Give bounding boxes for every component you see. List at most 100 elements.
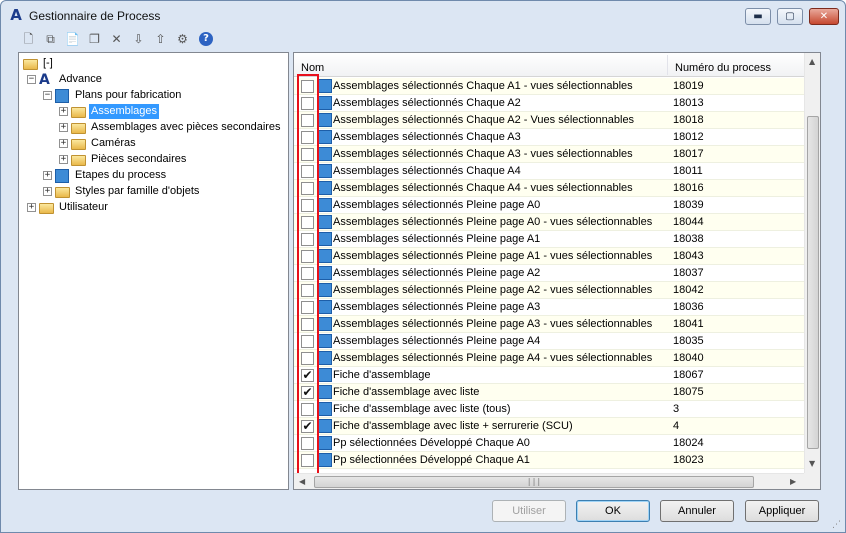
- row-checkbox[interactable]: [301, 216, 314, 229]
- delete-icon[interactable]: ✕: [107, 31, 126, 47]
- cancel-button[interactable]: Annuler: [660, 500, 734, 522]
- row-checkbox[interactable]: [301, 454, 314, 467]
- table-row[interactable]: Assemblages sélectionnés Pleine page A0 …: [294, 214, 804, 231]
- row-checkbox[interactable]: [301, 80, 314, 93]
- process-tree[interactable]: [-] − A Advance − Plans pour fabrication + Asse…: [18, 52, 289, 490]
- tree-node[interactable]: + Assemblages: [19, 104, 287, 120]
- tree-node[interactable]: − Plans pour fabrication: [19, 88, 287, 104]
- table-row[interactable]: Assemblages sélectionnés Chaque A1 - vue…: [294, 78, 804, 95]
- vertical-scrollbar[interactable]: ▲ ▼: [804, 53, 820, 473]
- tree-node[interactable]: + Pièces secondaires: [19, 152, 287, 168]
- close-button[interactable]: ✕: [809, 8, 839, 25]
- table-row[interactable]: Assemblages sélectionnés Pleine page A4 1…: [294, 333, 804, 350]
- tree-node-label[interactable]: Caméras: [89, 136, 138, 151]
- table-row[interactable]: Assemblages sélectionnés Chaque A2 - Vue…: [294, 112, 804, 129]
- tree-node[interactable]: [-]: [19, 56, 287, 72]
- tree-node-label[interactable]: Advance: [57, 72, 104, 87]
- table-row[interactable]: Assemblages sélectionnés Pleine page A2 …: [294, 282, 804, 299]
- table-row[interactable]: Pp sélectionnées Développé Chaque A1 1802…: [294, 452, 804, 469]
- row-checkbox[interactable]: [301, 165, 314, 178]
- tree-node[interactable]: − A Advance: [19, 72, 287, 88]
- help-icon[interactable]: ?: [199, 32, 213, 46]
- new-icon[interactable]: 🗋: [19, 31, 38, 47]
- table-row[interactable]: Assemblages sélectionnés Pleine page A1 …: [294, 248, 804, 265]
- table-row[interactable]: Assemblages sélectionnés Chaque A2 18013: [294, 95, 804, 112]
- vertical-scroll-thumb[interactable]: [807, 116, 819, 449]
- collapse-icon[interactable]: −: [43, 91, 52, 100]
- row-checkbox[interactable]: [301, 352, 314, 365]
- row-checkbox[interactable]: [301, 318, 314, 331]
- table-row[interactable]: ✔ Fiche d'assemblage avec liste 18075: [294, 384, 804, 401]
- tree-node[interactable]: + Caméras: [19, 136, 287, 152]
- column-divider[interactable]: [667, 55, 668, 75]
- tree-node-label[interactable]: Plans pour fabrication: [73, 88, 183, 103]
- tree-node-label[interactable]: Etapes du process: [73, 168, 168, 183]
- table-row[interactable]: Assemblages sélectionnés Chaque A4 - vue…: [294, 180, 804, 197]
- tree-node[interactable]: + Styles par famille d'objets: [19, 184, 287, 200]
- scroll-down-icon[interactable]: ▼: [809, 459, 815, 468]
- table-row[interactable]: Assemblages sélectionnés Pleine page A2 1…: [294, 265, 804, 282]
- table-row[interactable]: Assemblages sélectionnés Pleine page A4 …: [294, 350, 804, 367]
- scroll-left-icon[interactable]: ◀: [299, 477, 305, 486]
- column-header-name[interactable]: Nom: [301, 62, 324, 74]
- paste-icon[interactable]: 📄: [63, 31, 82, 47]
- row-checkbox[interactable]: [301, 114, 314, 127]
- expand-icon[interactable]: +: [43, 171, 52, 180]
- expand-icon[interactable]: +: [59, 123, 68, 132]
- resize-grip-icon[interactable]: ⋰: [832, 520, 841, 530]
- row-checkbox[interactable]: [301, 301, 314, 314]
- tree-node[interactable]: + Utilisateur: [19, 200, 287, 216]
- row-checkbox[interactable]: [301, 250, 314, 263]
- row-checkbox[interactable]: [301, 148, 314, 161]
- ok-button[interactable]: OK: [576, 500, 650, 522]
- copy-icon[interactable]: ⧉: [41, 31, 60, 47]
- table-row[interactable]: ✔ Fiche d'assemblage 18067: [294, 367, 804, 384]
- tree-node-label[interactable]: Styles par famille d'objets: [73, 184, 201, 199]
- apply-button[interactable]: Appliquer: [745, 500, 819, 522]
- table-row[interactable]: Assemblages sélectionnés Pleine page A1 1…: [294, 231, 804, 248]
- table-row[interactable]: ✔ Fiche d'assemblage avec liste + serrure…: [294, 418, 804, 435]
- table-row[interactable]: Assemblages sélectionnés Pleine page A3 …: [294, 316, 804, 333]
- row-checkbox[interactable]: ✔: [301, 369, 314, 382]
- tree-node-label[interactable]: Assemblages avec pièces secondaires: [89, 120, 283, 135]
- tree-node-label[interactable]: Assemblages: [89, 104, 160, 119]
- settings-icon[interactable]: ⚙: [173, 31, 192, 47]
- expand-icon[interactable]: +: [27, 203, 36, 212]
- collapse-icon[interactable]: −: [27, 75, 36, 84]
- tree-node[interactable]: + Etapes du process: [19, 168, 287, 184]
- horizontal-scrollbar[interactable]: ◀ ||| ▶: [294, 473, 804, 489]
- row-checkbox[interactable]: [301, 284, 314, 297]
- row-checkbox[interactable]: [301, 335, 314, 348]
- expand-icon[interactable]: +: [59, 139, 68, 148]
- row-checkbox[interactable]: [301, 131, 314, 144]
- expand-icon[interactable]: +: [43, 187, 52, 196]
- row-checkbox[interactable]: [301, 437, 314, 450]
- table-row[interactable]: Assemblages sélectionnés Chaque A3 - vue…: [294, 146, 804, 163]
- table-row[interactable]: Assemblages sélectionnés Chaque A4 18011: [294, 163, 804, 180]
- table-row[interactable]: Fiche d'assemblage avec liste (tous) 3: [294, 401, 804, 418]
- expand-icon[interactable]: +: [59, 107, 68, 116]
- scroll-right-icon[interactable]: ▶: [790, 477, 796, 486]
- scroll-up-icon[interactable]: ▲: [809, 57, 815, 66]
- export-icon[interactable]: ⇧: [151, 31, 170, 47]
- row-checkbox[interactable]: [301, 199, 314, 212]
- duplicate-icon[interactable]: ❐: [85, 31, 104, 47]
- minimize-button[interactable]: ▬: [745, 8, 771, 25]
- maximize-button[interactable]: ▢: [777, 8, 803, 25]
- table-row[interactable]: Pp sélectionnées Développé Chaque A0 1802…: [294, 435, 804, 452]
- row-checkbox[interactable]: ✔: [301, 386, 314, 399]
- tree-node-label[interactable]: Pièces secondaires: [89, 152, 188, 167]
- tree-node[interactable]: + Assemblages avec pièces secondaires: [19, 120, 287, 136]
- horizontal-scroll-thumb[interactable]: |||: [314, 476, 754, 488]
- table-row[interactable]: Assemblages sélectionnés Pleine page A3 1…: [294, 299, 804, 316]
- row-checkbox[interactable]: ✔: [301, 420, 314, 433]
- row-checkbox[interactable]: [301, 233, 314, 246]
- table-row[interactable]: Assemblages sélectionnés Pleine page A0 1…: [294, 197, 804, 214]
- row-checkbox[interactable]: [301, 267, 314, 280]
- use-button[interactable]: Utiliser: [492, 500, 566, 522]
- column-header-number[interactable]: Numéro du process: [675, 62, 771, 74]
- tree-node-label[interactable]: [-]: [41, 56, 55, 71]
- row-checkbox[interactable]: [301, 182, 314, 195]
- title-bar[interactable]: A Gestionnaire de Process ▬ ▢ ✕: [1, 1, 845, 29]
- process-grid[interactable]: Nom Numéro du process Assemblages sélect…: [293, 52, 821, 490]
